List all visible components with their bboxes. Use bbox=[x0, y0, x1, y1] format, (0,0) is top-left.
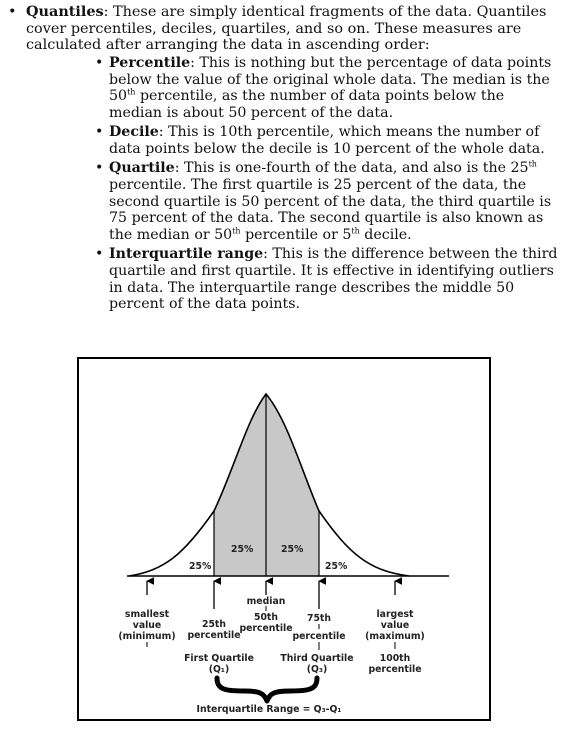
q1-label: (Q₁) bbox=[209, 664, 229, 675]
bullet: • bbox=[95, 246, 104, 263]
largest-label: largest bbox=[377, 609, 415, 620]
smallest-label: smallest bbox=[125, 609, 170, 620]
pct-left-tail: 25% bbox=[189, 561, 212, 572]
percentile-item: • Percentile: This is nothing but the pe… bbox=[95, 55, 560, 122]
percentile-term: Percentile bbox=[109, 55, 191, 71]
quantiles-text: : These are simply identical fragments o… bbox=[26, 4, 547, 54]
normal-distribution-figure: 25% 25% 25% 25% smallest value (minimum)… bbox=[77, 357, 491, 721]
p25-label: 25th bbox=[202, 619, 226, 630]
iqr-item: • Interquartile range: This is the diffe… bbox=[95, 246, 560, 313]
p100-label: percentile bbox=[368, 664, 421, 675]
decile-term: Decile bbox=[109, 124, 159, 141]
iqr-brace bbox=[214, 675, 320, 704]
p25-label: percentile bbox=[187, 630, 240, 641]
quantiles-list: • Quantiles: These are simply identical … bbox=[8, 3, 568, 54]
p75-label: 75th bbox=[307, 613, 331, 624]
pct-left-mid: 25% bbox=[231, 544, 254, 555]
bullet: • bbox=[8, 4, 17, 20]
quartile-text: decile. bbox=[359, 227, 412, 244]
percentile-text: percentile, as the number of data points… bbox=[109, 88, 505, 122]
median-label: percentile bbox=[239, 623, 292, 634]
quantiles-item: • Quantiles: These are simply identical … bbox=[8, 3, 568, 54]
pct-right-tail: 25% bbox=[325, 561, 348, 572]
quantile-types-list: • Percentile: This is nothing but the pe… bbox=[95, 55, 560, 316]
q1-label: First Quartile bbox=[184, 653, 254, 664]
largest-label: value bbox=[381, 620, 409, 631]
p100-label: 100th bbox=[380, 653, 410, 664]
q3-label: (Q₃) bbox=[307, 664, 327, 675]
superscript: th bbox=[232, 226, 241, 236]
decile-item: • Decile: This is 10th percentile, which… bbox=[95, 124, 560, 157]
smallest-label: value bbox=[133, 620, 161, 631]
decile-text: : This is 10th percentile, which means t… bbox=[109, 124, 545, 158]
bullet: • bbox=[95, 160, 104, 177]
median-label: median bbox=[247, 596, 286, 607]
pct-right-mid: 25% bbox=[281, 544, 304, 555]
quartile-text: percentile or 5 bbox=[240, 227, 352, 244]
q3-label: Third Quartile bbox=[280, 653, 353, 664]
smallest-label: (minimum) bbox=[118, 631, 175, 642]
iqr-label: Interquartile Range = Q₃-Q₁ bbox=[197, 704, 342, 715]
quartile-item: • Quartile: This is one-fourth of the da… bbox=[95, 160, 560, 244]
iqr-term: Interquartile range bbox=[109, 246, 264, 263]
superscript: th bbox=[528, 159, 537, 169]
p75-label: percentile bbox=[292, 631, 345, 642]
quantiles-term: Quantiles bbox=[26, 3, 104, 20]
normal-curve-diagram: 25% 25% 25% 25% smallest value (minimum)… bbox=[118, 392, 449, 715]
bullet: • bbox=[95, 124, 104, 141]
superscript: th bbox=[351, 226, 360, 236]
quartile-term: Quartile bbox=[109, 160, 175, 177]
largest-label: (maximum) bbox=[365, 631, 425, 642]
bullet: • bbox=[95, 55, 104, 71]
quartile-text: : This is one-fourth of the data, and al… bbox=[174, 160, 529, 177]
median-label: 50th bbox=[254, 612, 278, 623]
